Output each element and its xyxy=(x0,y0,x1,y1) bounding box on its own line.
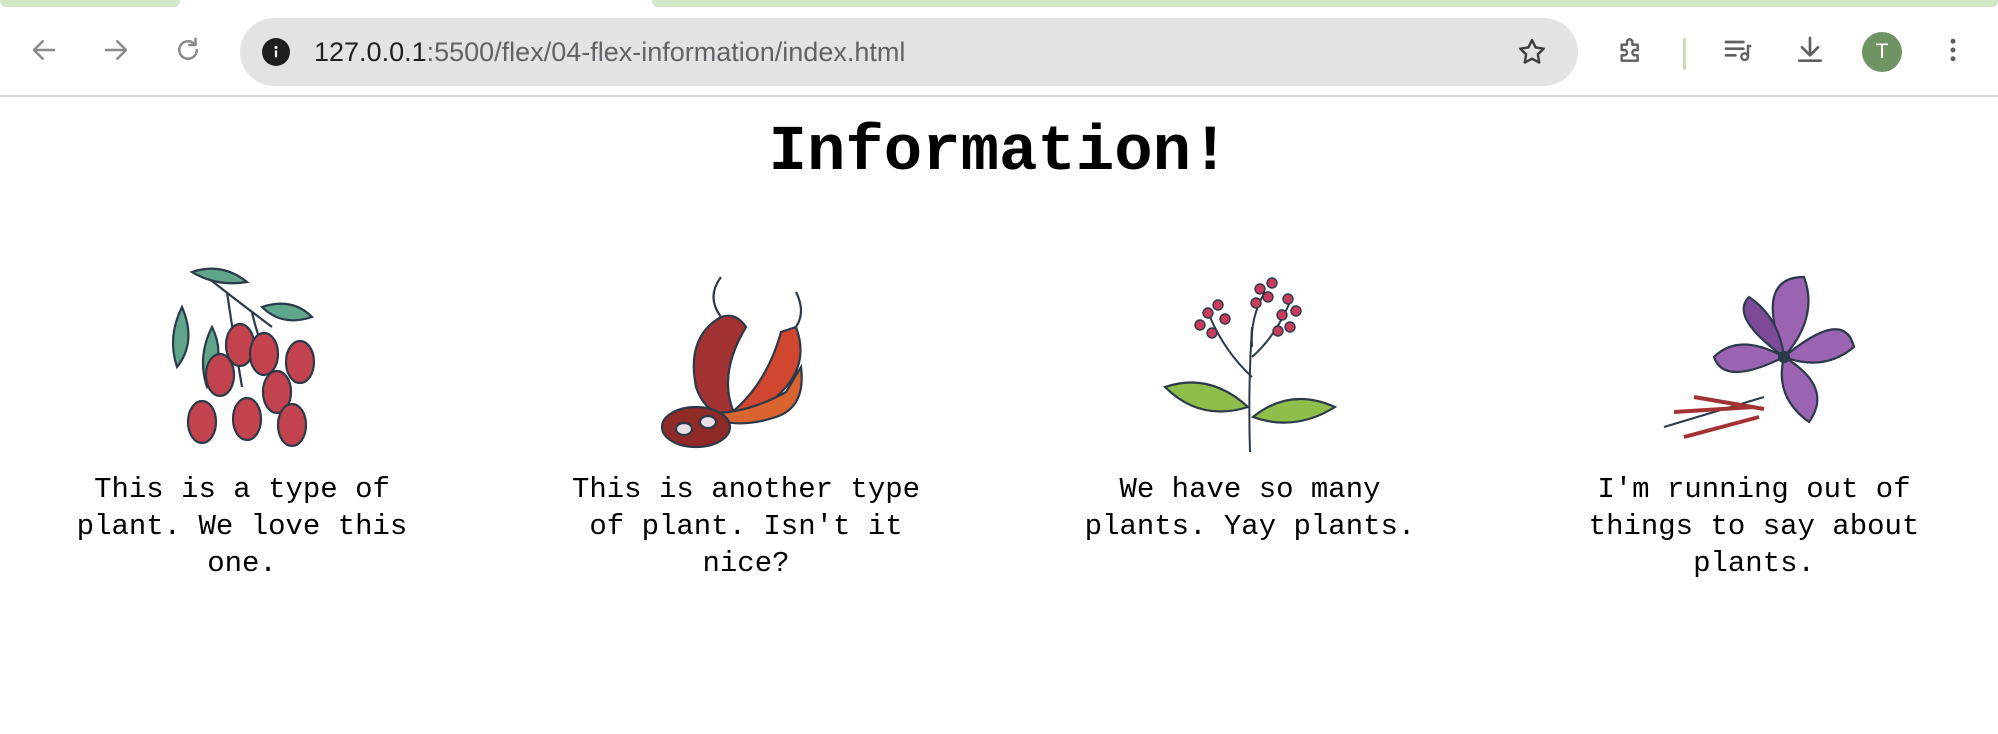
info-card: This is another type of plant. Isn't it … xyxy=(546,257,946,582)
goji-berries-icon xyxy=(171,267,316,448)
chili-peppers-icon xyxy=(660,276,803,449)
info-card-text: This is another type of plant. Isn't it … xyxy=(571,473,921,580)
extensions-button[interactable] xyxy=(1608,27,1654,73)
media-queue-button[interactable] xyxy=(1715,27,1761,73)
toolbar-divider xyxy=(1683,38,1686,70)
bookmark-star-icon xyxy=(1519,38,1545,64)
media-queue-icon xyxy=(1724,40,1752,62)
browser-toolbar: 127.0.0.1:5500/flex/04-flex-information/… xyxy=(0,7,1998,97)
bookmark-button[interactable] xyxy=(1512,32,1552,72)
download-icon xyxy=(1798,36,1822,62)
url-text[interactable]: 127.0.0.1:5500/flex/04-flex-information/… xyxy=(314,18,905,86)
kebab-menu-icon xyxy=(1950,38,1956,62)
reload-button[interactable] xyxy=(165,27,211,73)
flowering-plant-icon xyxy=(1162,277,1338,453)
saffron-flower-icon xyxy=(1663,275,1856,439)
address-bar[interactable]: 127.0.0.1:5500/flex/04-flex-information/… xyxy=(240,18,1578,86)
site-info-button[interactable] xyxy=(254,30,298,74)
downloads-button[interactable] xyxy=(1787,27,1833,73)
tab-strip xyxy=(0,0,1998,7)
info-card-text: I'm running out of things to say about p… xyxy=(1588,473,1920,580)
back-arrow-icon xyxy=(32,40,56,60)
back-button[interactable] xyxy=(21,27,67,73)
forward-button[interactable] xyxy=(93,27,139,73)
profile-avatar[interactable]: T xyxy=(1862,32,1902,72)
info-cards: This is a type of plant. We love this on… xyxy=(0,257,1998,597)
forward-arrow-icon xyxy=(104,40,128,60)
info-card: This is a type of plant. We love this on… xyxy=(42,257,442,582)
menu-button[interactable] xyxy=(1930,27,1976,73)
page-title: Information! xyxy=(768,117,1230,189)
info-card-text: We have so many plants. Yay plants. xyxy=(1084,473,1416,543)
page-content: Information! This is a type of plant. We… xyxy=(0,97,1998,734)
tab-accent-left[interactable] xyxy=(0,0,180,7)
reload-icon xyxy=(178,37,198,60)
url-path: :5500/flex/04-flex-information/index.htm… xyxy=(426,37,906,67)
extensions-icon xyxy=(1620,38,1639,62)
info-card: I'm running out of things to say about p… xyxy=(1554,257,1954,582)
info-card-text: This is a type of plant. We love this on… xyxy=(76,473,408,580)
tab-accent-right[interactable] xyxy=(652,0,1998,7)
site-info-icon xyxy=(262,38,290,66)
info-card: We have so many plants. Yay plants. xyxy=(1050,257,1450,545)
url-host: 127.0.0.1 xyxy=(314,37,427,67)
